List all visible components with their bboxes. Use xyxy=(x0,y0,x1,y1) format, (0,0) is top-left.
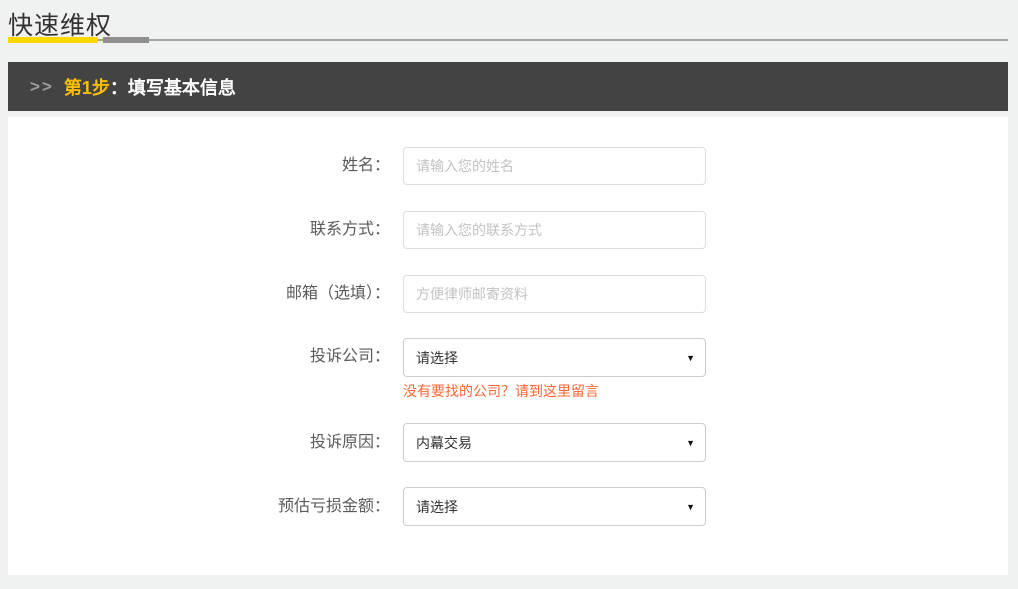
basic-info-form: 姓名： 联系方式： 邮箱（选填）： 投诉公司： 请选择 ▼ 没有要找的公司？请到… xyxy=(8,117,1008,575)
step-bar: >> 第1步 ： 填写基本信息 xyxy=(8,62,1008,111)
form-row-contact: 联系方式： xyxy=(8,211,1008,249)
form-row-loss-amount: 预估亏损金额： 请选择 ▼ xyxy=(8,487,1008,526)
name-label: 姓名： xyxy=(8,147,390,185)
chevron-down-icon: ▼ xyxy=(686,502,695,512)
step-number-label: 第1步 xyxy=(64,74,110,100)
form-row-reason: 投诉原因： 内幕交易 ▼ xyxy=(8,423,1008,462)
contact-input[interactable] xyxy=(403,211,706,249)
header-rule xyxy=(8,39,1008,41)
title-accent-yellow xyxy=(8,37,98,43)
company-not-found-link[interactable]: 没有要找的公司？请到这里留言 xyxy=(403,381,599,401)
contact-label: 联系方式： xyxy=(8,211,390,249)
reason-select[interactable]: 内幕交易 ▼ xyxy=(403,423,706,462)
company-select-value: 请选择 xyxy=(416,348,686,368)
step-separator: ： xyxy=(110,74,128,100)
loss-amount-select[interactable]: 请选择 ▼ xyxy=(403,487,706,526)
reason-select-value: 内幕交易 xyxy=(416,433,686,453)
form-row-name: 姓名： xyxy=(8,147,1008,185)
page-header: 快速维权 xyxy=(0,0,1018,42)
reason-label: 投诉原因： xyxy=(8,424,390,462)
step-title: 填写基本信息 xyxy=(128,74,236,100)
title-accent-gray xyxy=(103,37,149,43)
name-input[interactable] xyxy=(403,147,706,185)
company-label: 投诉公司： xyxy=(8,338,390,376)
chevrons-icon: >> xyxy=(30,77,54,97)
loss-amount-label: 预估亏损金额： xyxy=(8,488,390,526)
email-label: 邮箱（选填）： xyxy=(8,275,390,313)
email-input[interactable] xyxy=(403,275,706,313)
company-select[interactable]: 请选择 ▼ xyxy=(403,338,706,377)
chevron-down-icon: ▼ xyxy=(686,438,695,448)
chevron-down-icon: ▼ xyxy=(686,353,695,363)
form-row-company: 投诉公司： 请选择 ▼ 没有要找的公司？请到这里留言 xyxy=(8,338,1008,401)
form-row-email: 邮箱（选填）： xyxy=(8,275,1008,313)
loss-amount-select-value: 请选择 xyxy=(416,497,686,517)
